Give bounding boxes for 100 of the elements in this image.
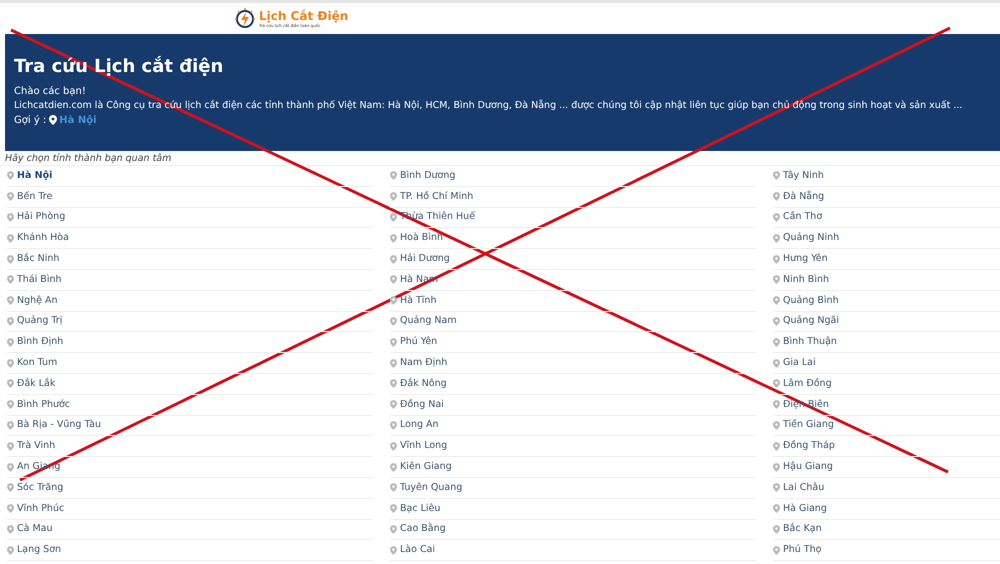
pin-icon	[773, 379, 780, 388]
province-link[interactable]: Kiên Giang	[390, 457, 756, 478]
pin-icon	[7, 212, 14, 222]
pin-icon	[7, 400, 14, 410]
pin-icon	[390, 358, 397, 368]
province-link[interactable]: Phú Yên	[390, 332, 756, 354]
province-link[interactable]: Quảng Bình	[773, 290, 1000, 312]
pin-icon	[390, 483, 397, 492]
province-link[interactable]: Cần Thơ	[773, 208, 1000, 228]
province-link[interactable]: Hà Giang	[773, 498, 1000, 520]
pin-icon	[49, 115, 58, 125]
province-link[interactable]: Lạng Sơn	[7, 540, 373, 562]
pin-icon	[390, 442, 397, 451]
province-link[interactable]: Tuyên Quang	[390, 478, 756, 499]
province-link[interactable]: Hậu Giang	[773, 457, 1000, 478]
pin-icon	[7, 338, 14, 347]
province-link[interactable]: Lào Cai	[390, 540, 756, 562]
province-link[interactable]: TP. Hồ Chí Minh	[390, 186, 756, 208]
province-link[interactable]: Tây Ninh	[773, 166, 1000, 187]
suggestion-label: Gợi ý :	[14, 114, 46, 128]
bolt-bulb-icon[interactable]	[234, 6, 256, 30]
province-link[interactable]: Bình Phước	[7, 394, 373, 416]
pin-icon	[773, 316, 780, 326]
pin-icon	[390, 338, 397, 347]
province-link[interactable]: Gia Lai	[773, 353, 1000, 374]
pin-icon	[773, 400, 780, 410]
province-link[interactable]: Đắk Nông	[390, 374, 756, 395]
province-link[interactable]: Sóc Trăng	[7, 478, 373, 499]
pin-icon	[390, 524, 397, 534]
pin-icon	[7, 420, 14, 430]
province-link[interactable]: Hà Nội	[7, 166, 373, 187]
pin-icon	[390, 462, 397, 472]
province-link[interactable]: Hoà Bình	[390, 228, 756, 250]
province-link[interactable]: Hưng Yên	[773, 249, 1000, 270]
pin-icon	[773, 462, 780, 472]
pin-icon	[773, 212, 780, 222]
province-link[interactable]: Tiền Giang	[773, 416, 1000, 436]
pin-icon	[7, 234, 14, 243]
pin-icon	[390, 546, 397, 555]
province-link[interactable]: Vĩnh Long	[390, 436, 756, 458]
province-link[interactable]: Đắk Lắk	[7, 374, 373, 395]
province-link[interactable]: Bắc Ninh	[7, 249, 373, 270]
pin-icon	[7, 192, 14, 202]
pin-icon	[773, 524, 780, 534]
province-link[interactable]: Nghệ An	[7, 290, 373, 312]
province-link[interactable]: Long An	[390, 416, 756, 436]
province-link[interactable]: Lai Châu	[773, 478, 1000, 499]
province-link[interactable]: Quảng Trị	[7, 312, 373, 332]
pin-icon	[773, 358, 780, 368]
pin-icon	[7, 379, 14, 388]
province-link[interactable]: Bắc Kạn	[773, 520, 1000, 540]
pin-icon	[773, 234, 780, 243]
province-link[interactable]: Bình Dương	[390, 166, 756, 187]
pin-icon	[773, 420, 780, 430]
province-link[interactable]: Hà Tĩnh	[390, 290, 756, 312]
banner-title: Tra cứu Lịch cắt điện	[14, 56, 224, 78]
pin-icon	[773, 171, 780, 180]
pin-icon	[390, 400, 397, 410]
province-link[interactable]: Đà Nẵng	[773, 186, 1000, 208]
pin-icon	[773, 338, 780, 347]
province-link[interactable]: Cao Bằng	[390, 520, 756, 540]
pin-icon	[773, 254, 780, 264]
pin-icon	[773, 504, 780, 514]
pin-icon	[7, 546, 14, 555]
pin-icon	[773, 192, 780, 202]
province-link[interactable]: Phú Thọ	[773, 540, 1000, 562]
province-link[interactable]: Bà Rịa - Vũng Tàu	[7, 416, 373, 436]
province-link[interactable]: Ninh Bình	[773, 270, 1000, 291]
province-link[interactable]: Đồng Tháp	[773, 436, 1000, 458]
pin-icon	[7, 275, 14, 284]
province-link[interactable]: Hải Phòng	[7, 208, 373, 228]
pin-icon	[7, 483, 14, 492]
pin-icon	[7, 171, 14, 180]
province-link[interactable]: Điện Biên	[773, 394, 1000, 416]
province-link[interactable]: Đồng Nai	[390, 394, 756, 416]
province-link[interactable]: Thái Bình	[7, 270, 373, 291]
province-link[interactable]: Cà Mau	[7, 520, 373, 540]
province-link[interactable]: Quảng Ninh	[773, 228, 1000, 250]
province-link[interactable]: Quảng Ngãi	[773, 312, 1000, 332]
province-link[interactable]: Hải Dương	[390, 249, 756, 270]
pin-icon	[7, 316, 14, 326]
pin-icon	[390, 316, 397, 326]
province-link[interactable]: Bạc Liêu	[390, 498, 756, 520]
province-link[interactable]: Khánh Hòa	[7, 228, 373, 250]
pin-icon	[773, 275, 780, 284]
pin-icon	[7, 358, 14, 368]
province-link[interactable]: Bình Thuận	[773, 332, 1000, 354]
province-link[interactable]: Bình Định	[7, 332, 373, 354]
pin-icon	[390, 296, 397, 306]
pin-icon	[7, 504, 14, 514]
province-link[interactable]: Nam Định	[390, 353, 756, 374]
province-link[interactable]: Quảng Nam	[390, 312, 756, 332]
province-link[interactable]: Bến Tre	[7, 186, 373, 208]
province-link[interactable]: Lâm Đồng	[773, 374, 1000, 395]
pin-icon	[7, 442, 14, 451]
province-link[interactable]: Vĩnh Phúc	[7, 498, 373, 520]
pin-icon	[7, 254, 14, 264]
province-link[interactable]: Trà Vinh	[7, 436, 373, 458]
province-link[interactable]: Kon Tum	[7, 353, 373, 374]
pin-icon	[390, 420, 397, 430]
